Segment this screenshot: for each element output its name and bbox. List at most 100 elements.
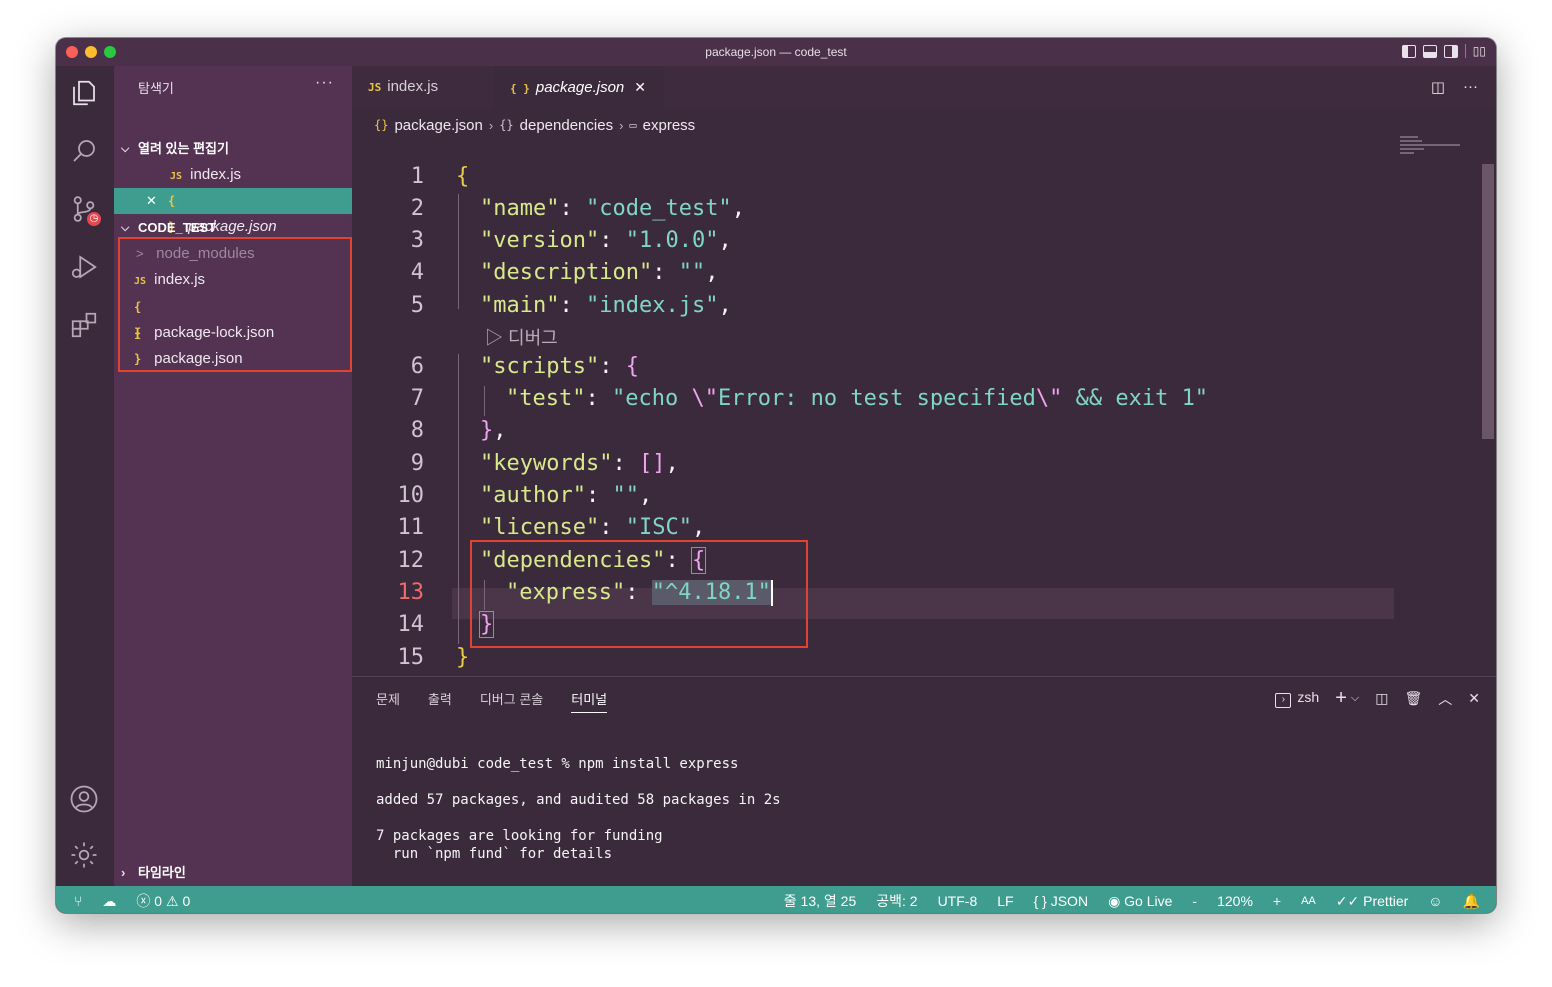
sync-cloud-icon[interactable]: ☁ <box>102 893 116 910</box>
tab-debug-console[interactable]: 디버그 콘솔 <box>480 689 543 713</box>
line-number: 14 <box>397 612 425 637</box>
font-size-icon[interactable]: AA <box>1301 895 1316 907</box>
prettier-status[interactable]: ✓✓ Prettier <box>1336 893 1408 910</box>
line-number: 5 <box>410 293 424 318</box>
zoom-in-button[interactable]: + <box>1273 893 1281 909</box>
scrollbar-thumb[interactable] <box>1482 164 1494 439</box>
settings-gear-icon[interactable] <box>69 840 101 872</box>
activity-bar: ◷ <box>56 66 114 886</box>
tab-package-json[interactable]: { } package.json ✕ <box>494 66 664 108</box>
terminal-shell-selector[interactable]: › zsh <box>1275 689 1319 708</box>
code-line: } <box>456 645 470 670</box>
explorer-sidebar: 탐색기 ··· ⌵ 열려 있는 편집기 JS index.js ✕ { } pa… <box>114 66 352 886</box>
tab-label: package.json <box>535 79 625 96</box>
line-number-current: 13 <box>397 580 425 605</box>
terminal-line: 7 packages are looking for funding <box>376 828 663 844</box>
open-editors-section[interactable]: ⌵ 열려 있는 편집기 <box>114 137 352 161</box>
toggle-panel-icon[interactable] <box>1422 44 1437 58</box>
toggle-secondary-sidebar-icon[interactable] <box>1443 44 1458 58</box>
problems-status[interactable]: ⓧ 0 ⚠ 0 <box>136 891 190 911</box>
status-right: 줄 13, 열 25 공백: 2 UTF-8 LF { } JSON ◉ Go … <box>784 891 1480 911</box>
tab-problems[interactable]: 문제 <box>376 689 400 713</box>
new-terminal-icon[interactable]: + <box>1335 687 1347 710</box>
dependencies-highlight-box <box>470 540 808 648</box>
tab-label: index.js <box>387 78 439 95</box>
line-number: 2 <box>410 196 424 221</box>
accounts-icon[interactable] <box>69 784 101 816</box>
notifications-bell-icon[interactable]: 🔔 <box>1463 893 1480 910</box>
trash-icon[interactable]: 🗑 <box>1404 690 1422 707</box>
language-mode[interactable]: { } JSON <box>1034 893 1088 909</box>
breadcrumb-item[interactable]: express <box>643 117 696 134</box>
editor-area: JS index.js { } package.json ✕ ◫ ··· {} pac… <box>352 66 1496 702</box>
terminal-output[interactable]: minjun@dubi code_test % npm install expr… <box>376 755 781 863</box>
extensions-icon[interactable] <box>69 310 101 342</box>
braces-icon: { } <box>1033 893 1047 909</box>
more-actions-icon[interactable]: ··· <box>1463 78 1478 96</box>
layout-controls: ▯▯ <box>1401 44 1486 58</box>
line-number: 15 <box>397 645 425 670</box>
bottom-panel: 문제 출력 디버그 콘솔 터미널 › zsh + ⌵ ◫ 🗑 ︿ ✕ minjun… <box>352 676 1496 886</box>
indentation-status[interactable]: 공백: 2 <box>876 891 917 911</box>
double-check-icon: ✓✓ <box>1335 892 1360 909</box>
eol-status[interactable]: LF <box>997 893 1013 909</box>
search-icon[interactable] <box>69 136 101 168</box>
go-live-button[interactable]: ◉ Go Live <box>1108 893 1172 910</box>
chevron-down-icon[interactable]: ⌵ <box>1351 692 1359 705</box>
code-line: "license": "ISC", <box>480 515 706 540</box>
json-file-icon: {} <box>374 118 389 132</box>
zoom-out-button[interactable]: - <box>1192 893 1197 909</box>
toggle-primary-sidebar-icon[interactable] <box>1401 44 1416 58</box>
explorer-icon[interactable] <box>69 78 101 110</box>
breadcrumb-item[interactable]: dependencies <box>520 117 613 134</box>
close-panel-icon[interactable]: ✕ <box>1468 690 1480 707</box>
source-control-icon[interactable]: ◷ <box>69 194 103 228</box>
branch-icon[interactable]: ⑂ <box>74 893 82 909</box>
open-editor-item-active[interactable]: ✕ { } package.json <box>114 188 352 235</box>
chevron-right-icon: › <box>619 117 624 133</box>
feedback-icon[interactable]: ☺ <box>1428 893 1442 909</box>
split-terminal-icon[interactable]: ◫ <box>1375 690 1388 707</box>
tab-index-js[interactable]: JS index.js <box>352 66 494 108</box>
cursor-position[interactable]: 줄 13, 열 25 <box>784 891 856 911</box>
js-file-icon: JS <box>170 171 183 182</box>
json-file-icon: { } <box>510 82 530 95</box>
tab-output[interactable]: 출력 <box>428 689 452 713</box>
js-file-icon: JS <box>368 81 382 94</box>
line-number: 9 <box>410 451 424 476</box>
object-icon: {} <box>499 118 514 132</box>
layout-divider <box>1464 44 1466 58</box>
breadcrumb-item[interactable]: package.json <box>394 117 482 134</box>
panel-actions: › zsh + ⌵ ◫ 🗑 ︿ ✕ <box>1275 687 1480 710</box>
encoding-status[interactable]: UTF-8 <box>938 893 978 909</box>
minimap[interactable] <box>1400 136 1480 166</box>
folder-label: CODE_TEST <box>138 220 217 235</box>
code-line: "author": "", <box>480 483 653 508</box>
run-debug-icon[interactable] <box>69 252 101 284</box>
line-number: 8 <box>410 418 424 443</box>
warning-icon: ⚠ <box>165 893 179 909</box>
debug-codelens[interactable]: ▷ 디버그 <box>485 324 558 350</box>
indent-guide <box>458 194 459 309</box>
play-icon: ▷ <box>485 328 503 348</box>
code-line: "test": "echo \"Error: no test specified… <box>506 386 1209 411</box>
close-tab-icon[interactable]: ✕ <box>634 79 646 95</box>
code-line: "scripts": { <box>480 354 639 379</box>
timeline-section[interactable]: › 타임라인 <box>114 861 352 885</box>
chevron-down-icon: ⌵ <box>121 143 130 155</box>
line-number: 10 <box>397 483 425 508</box>
tab-terminal[interactable]: 터미널 <box>571 689 608 713</box>
close-icon[interactable]: ✕ <box>146 188 157 214</box>
editor-scrollbar[interactable] <box>1480 136 1496 676</box>
chevron-right-icon: › <box>488 117 494 133</box>
split-editor-icon[interactable]: ◫ <box>1431 78 1445 96</box>
more-actions-icon[interactable]: ··· <box>315 74 334 92</box>
status-left: ⑂ ☁ ⓧ 0 ⚠ 0 <box>74 891 190 911</box>
open-editor-item[interactable]: JS index.js <box>114 162 352 188</box>
zoom-level[interactable]: 120% <box>1217 893 1253 909</box>
customize-layout-icon[interactable]: ▯▯ <box>1473 44 1486 58</box>
maximize-panel-icon[interactable]: ︿ <box>1438 689 1452 709</box>
code-line: "name": "code_test", <box>480 196 745 221</box>
code-line: "version": "1.0.0", <box>480 228 732 253</box>
error-icon: ⓧ <box>136 893 151 909</box>
